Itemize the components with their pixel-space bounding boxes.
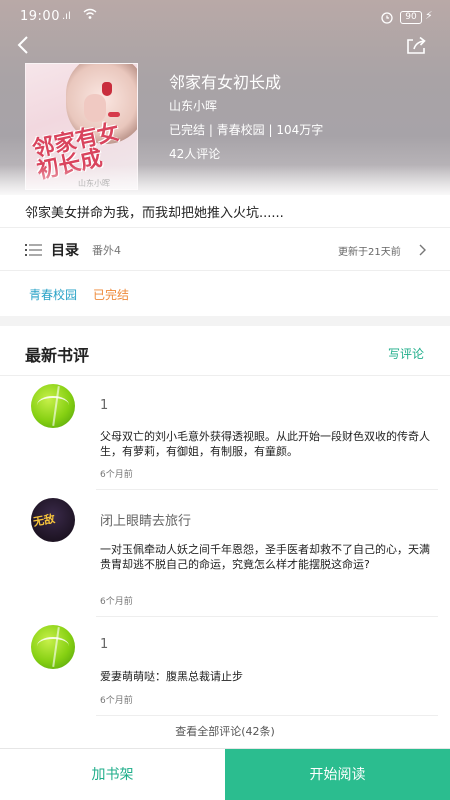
- book-review-count: 42人评论: [169, 147, 221, 161]
- write-review-button[interactable]: 写评论: [388, 345, 424, 362]
- list-icon: [25, 242, 42, 256]
- status-time: 19:00: [20, 9, 60, 24]
- book-author[interactable]: 山东小晖: [169, 97, 217, 114]
- bottom-action-bar: 加书架 开始阅读: [0, 748, 450, 800]
- cover-title-art: 邻家有女初长成: [30, 118, 122, 185]
- review-item[interactable]: 1 父母双亡的刘小毛意外获得透视眼。从此开始一段财色双收的传奇人生，有萝莉，有御…: [0, 376, 450, 490]
- add-to-shelf-button[interactable]: 加书架: [0, 749, 225, 800]
- reviewer-name: 闭上眼睛去旅行: [100, 514, 192, 529]
- review-content: 一对玉佩牵动人妖之间千年恩怨，圣手医者却救不了自己的心，天满贵胄却逃不脱自己的命…: [100, 543, 430, 571]
- reviews-title: 最新书评: [25, 346, 90, 365]
- wifi-icon: [83, 8, 97, 24]
- avatar: [31, 384, 75, 428]
- review-time: 6个月前: [100, 470, 133, 480]
- review-item[interactable]: 1 爱妻萌萌哒：腹黑总裁请止步 6个月前: [0, 617, 450, 717]
- cover-author-tag: 山东小晖: [78, 179, 110, 188]
- view-all-reviews-link[interactable]: 查看全部评论(42条): [0, 723, 450, 739]
- toc-label: 目录: [51, 243, 79, 259]
- book-intro[interactable]: 邻家美女拼命为我，而我却把她推入火坑......: [25, 202, 284, 221]
- toc-latest-chapter: 番外4: [92, 244, 121, 257]
- book-meta: 已完结 | 青春校园 | 104万字: [169, 123, 324, 137]
- toc-update-time: 更新于21天前: [338, 247, 401, 258]
- review-time: 6个月前: [100, 696, 133, 706]
- signal-icon: .ıl: [62, 11, 71, 22]
- start-reading-button[interactable]: 开始阅读: [225, 749, 450, 800]
- reviews-header: 最新书评 写评论: [0, 326, 450, 376]
- charging-icon: ⚡: [425, 9, 433, 22]
- book-title: 邻家有女初长成: [169, 73, 282, 92]
- review-time: 6个月前: [100, 597, 133, 607]
- share-icon[interactable]: [405, 36, 427, 56]
- alarm-icon: [380, 10, 394, 28]
- divider: [96, 715, 438, 716]
- review-item[interactable]: 无敌 闭上眼睛去旅行 一对玉佩牵动人妖之间千年恩怨，圣手医者却救不了自己的心，天…: [0, 490, 450, 617]
- book-header: 19:00 .ıl 90 ⚡ 邻家有女初长成 山东小晖 邻家有女初长成 山东小晖…: [0, 0, 450, 195]
- section-divider: [0, 316, 450, 326]
- tag-status[interactable]: 已完结: [93, 286, 129, 303]
- tag-genre[interactable]: 青春校园: [29, 286, 77, 303]
- avatar-text: 无敌: [32, 512, 57, 529]
- review-content: 父母双亡的刘小毛意外获得透视眼。从此开始一段财色双收的传奇人生，有萝莉，有御姐，…: [100, 430, 430, 458]
- chevron-right-icon: [417, 242, 427, 256]
- battery-icon: 90: [400, 11, 422, 24]
- tag-list: 青春校园 已完结: [0, 271, 450, 315]
- table-of-contents-row[interactable]: 目录 番外4 更新于21天前: [0, 227, 450, 271]
- review-content: 爱妻萌萌哒：腹黑总裁请止步: [100, 670, 243, 683]
- avatar: [31, 625, 75, 669]
- reviewer-name: 1: [100, 637, 109, 652]
- back-arrow-icon[interactable]: [14, 34, 34, 56]
- status-bar: 19:00 .ıl 90 ⚡: [0, 0, 450, 34]
- avatar: 无敌: [31, 498, 75, 542]
- book-cover: 邻家有女初长成 山东小晖: [25, 63, 138, 190]
- reviewer-name: 1: [100, 398, 109, 413]
